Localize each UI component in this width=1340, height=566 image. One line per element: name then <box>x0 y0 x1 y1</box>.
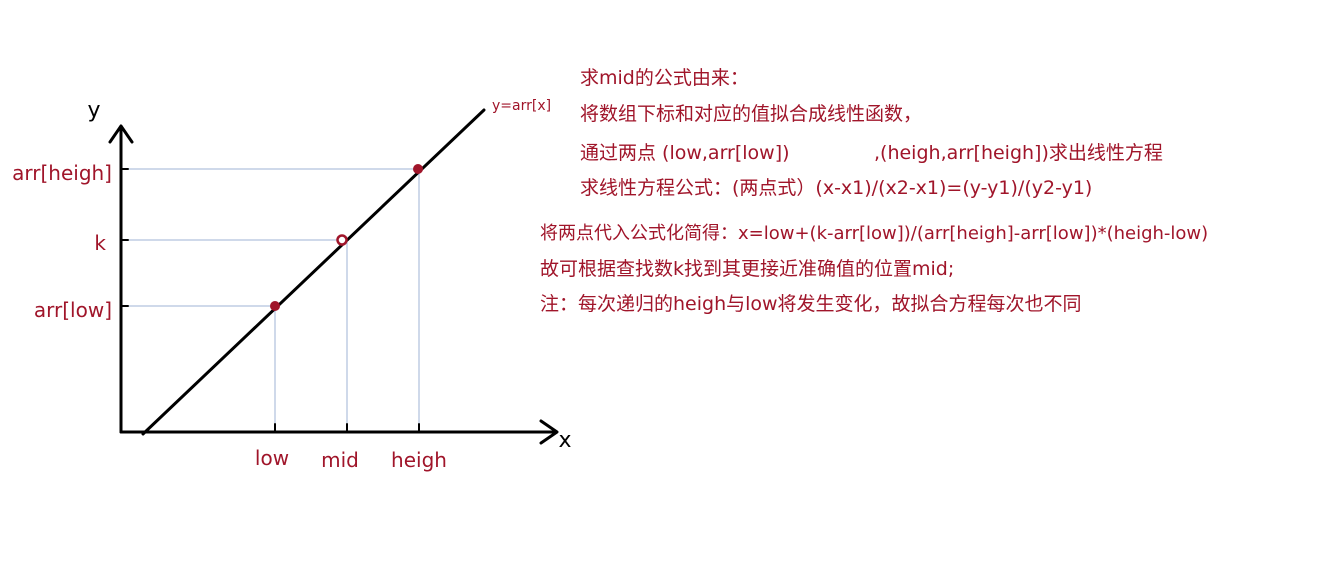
note-line-4: 将两点代入公式化简得：x=low+(k-arr[low])/(arr[heigh… <box>540 223 1209 244</box>
note-line-2b: ,(heigh,arr[heigh])求出线性方程 <box>874 142 1163 164</box>
notes-title: 求mid的公式由来： <box>580 67 749 89</box>
note-line-2a: 通过两点 (low,arr[low]) <box>580 142 790 164</box>
note-line-6: 注：每次递归的heigh与low将发生变化，故拟合方程每次也不同 <box>540 293 1082 315</box>
note-line-3: 求线性方程公式：(两点式）(x-x1)/(x2-x1)=(y-y1)/(y2-y… <box>580 177 1093 199</box>
note-line-1: 将数组下标和对应的值拟合成线性函数， <box>580 103 923 125</box>
note-line-5: 故可根据查找数k找到其更接近准确值的位置mid; <box>540 258 955 280</box>
notes-panel: 求mid的公式由来： 将数组下标和对应的值拟合成线性函数， 通过两点 (low,… <box>0 0 1340 566</box>
